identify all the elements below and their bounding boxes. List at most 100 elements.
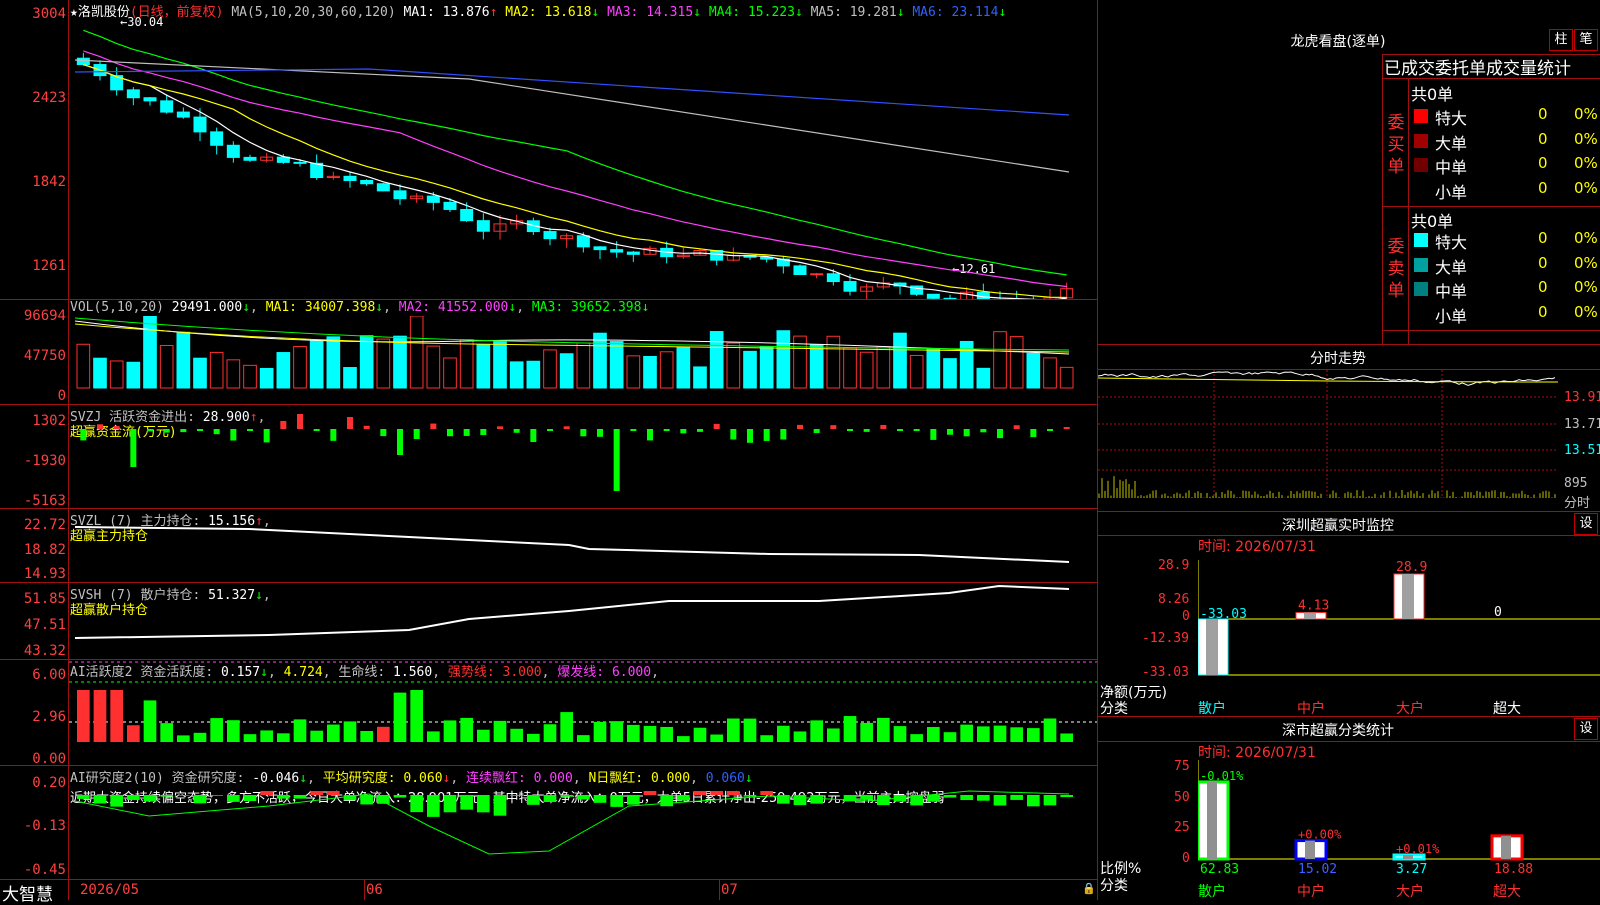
- activity-bar: [377, 727, 390, 742]
- intraday-title: 分时走势: [1098, 348, 1578, 368]
- row-pct: 0%: [1574, 278, 1598, 296]
- research-bar: [160, 795, 173, 797]
- value-label: 0: [1494, 605, 1502, 620]
- research-bar: [577, 795, 590, 799]
- volume-bar: [527, 361, 540, 388]
- candle: [544, 232, 556, 239]
- y-tick: -33.03: [1142, 665, 1189, 680]
- candle: [344, 176, 356, 180]
- research-bar: [194, 795, 207, 803]
- flow-bar: [197, 429, 203, 431]
- row-name: 中单: [1435, 278, 1467, 302]
- activity-bar: [210, 718, 223, 742]
- y-tick: 25: [1174, 820, 1190, 835]
- flow-bar: [330, 429, 336, 441]
- row-pct: 0%: [1574, 154, 1598, 172]
- main-position-chart[interactable]: [69, 509, 1097, 582]
- row-count: 0: [1538, 303, 1548, 321]
- bar-mode-button[interactable]: 柱: [1549, 29, 1573, 51]
- activity-bar: [427, 731, 440, 742]
- y-tick: 14.93: [0, 566, 66, 582]
- right-panel: 龙虎看盘(逐单) 柱 笔 已成交委托单成交量统计 委买单 委卖单 共0单 共0单…: [1098, 0, 1600, 900]
- candle: [377, 184, 389, 191]
- flow-bar: [914, 429, 920, 431]
- legend-swatch: [1414, 109, 1428, 123]
- vol-header: VOL(5,10,20) 29491.000↓, MA1: 34007.398↓…: [70, 300, 649, 315]
- flow-bar: [897, 429, 903, 431]
- research-chart[interactable]: [69, 766, 1097, 879]
- y-tick: -0.45: [0, 862, 66, 878]
- szcls-bar-chart[interactable]: -0.01%62.83+0.00%15.02+0.01%3.2718.88: [1198, 760, 1600, 900]
- retail-position-chart[interactable]: [69, 583, 1097, 659]
- flow-bar: [780, 429, 786, 440]
- activity-chart[interactable]: [69, 660, 1097, 765]
- intraday-chart[interactable]: [1098, 370, 1568, 508]
- candle: [211, 132, 223, 145]
- tick-mode-button[interactable]: 笔: [1574, 29, 1598, 51]
- research-bar: [410, 795, 423, 812]
- flow-bar: [814, 429, 820, 433]
- flow-bar: [847, 429, 853, 431]
- szmon-settings-button[interactable]: 设: [1574, 513, 1598, 535]
- candlestick-chart[interactable]: [69, 14, 1097, 299]
- flow-bar: [647, 429, 653, 440]
- flow-bar: [1030, 429, 1036, 437]
- activity-bar: [244, 734, 257, 742]
- activity-bar: [877, 718, 890, 742]
- candle: [77, 58, 89, 64]
- y-tick: 13.91: [1564, 390, 1600, 405]
- volume-bar: [1060, 367, 1073, 388]
- research-bar: [944, 795, 957, 798]
- szcls-settings-button[interactable]: 设: [1574, 718, 1598, 740]
- volume-bar: [444, 358, 457, 388]
- fund-flow-chart[interactable]: [69, 405, 1097, 508]
- activity-bar: [160, 723, 173, 742]
- volume-bar: [477, 345, 490, 388]
- ma-line: [83, 51, 1066, 287]
- position-line: [75, 586, 1069, 638]
- flow-bar: [130, 429, 136, 467]
- x-tick: 2026/05: [80, 882, 139, 898]
- activity-bar: [1027, 728, 1040, 742]
- research-bar: [810, 795, 823, 804]
- research-bar: [744, 795, 757, 797]
- row-count: 0: [1538, 179, 1548, 197]
- candle: [144, 98, 156, 101]
- lock-icon[interactable]: 🔒: [1082, 882, 1096, 895]
- category-label: 散户: [1198, 881, 1226, 901]
- activity-bar: [94, 690, 107, 742]
- flow-bar: [264, 429, 270, 442]
- szmon-bar-chart[interactable]: -33.034.1328.90: [1198, 560, 1600, 690]
- ma-line: [83, 65, 1066, 298]
- volume-bar: [177, 332, 190, 388]
- candle: [427, 196, 439, 202]
- row-count: 0: [1538, 105, 1548, 123]
- activity-bar: [510, 729, 523, 742]
- volume-chart[interactable]: [69, 316, 1097, 404]
- activity-bar: [477, 730, 490, 742]
- chart-area[interactable]: ★洛凯股份(日线，前复权) MA(5,10,20,30,60,120) MA1:…: [0, 0, 1098, 900]
- activity-bar: [594, 722, 607, 742]
- activity-bar: [644, 726, 657, 742]
- activity-bar: [177, 735, 190, 742]
- flow-bar: [497, 426, 503, 429]
- activity-bar: [344, 721, 357, 742]
- flow-bar: [364, 426, 370, 429]
- row-count: 0: [1538, 278, 1548, 296]
- flow-bar: [947, 429, 953, 435]
- research-bar: [677, 795, 690, 800]
- flow-bar: [314, 429, 320, 431]
- activity-bar: [560, 712, 573, 742]
- activity-bar: [977, 726, 990, 742]
- volume-bar: [744, 351, 757, 388]
- y-tick: -5163: [0, 493, 66, 509]
- flow-bar: [147, 429, 153, 431]
- candle: [294, 162, 306, 163]
- category-label: 中户: [1297, 698, 1325, 718]
- y-tick: 2.96: [0, 709, 66, 725]
- activity-bar: [960, 725, 973, 742]
- value-bar-shade: [1305, 841, 1315, 859]
- szcls-title: 深市超赢分类统计: [1098, 720, 1578, 740]
- candle: [227, 145, 239, 157]
- volume-bar: [710, 332, 723, 388]
